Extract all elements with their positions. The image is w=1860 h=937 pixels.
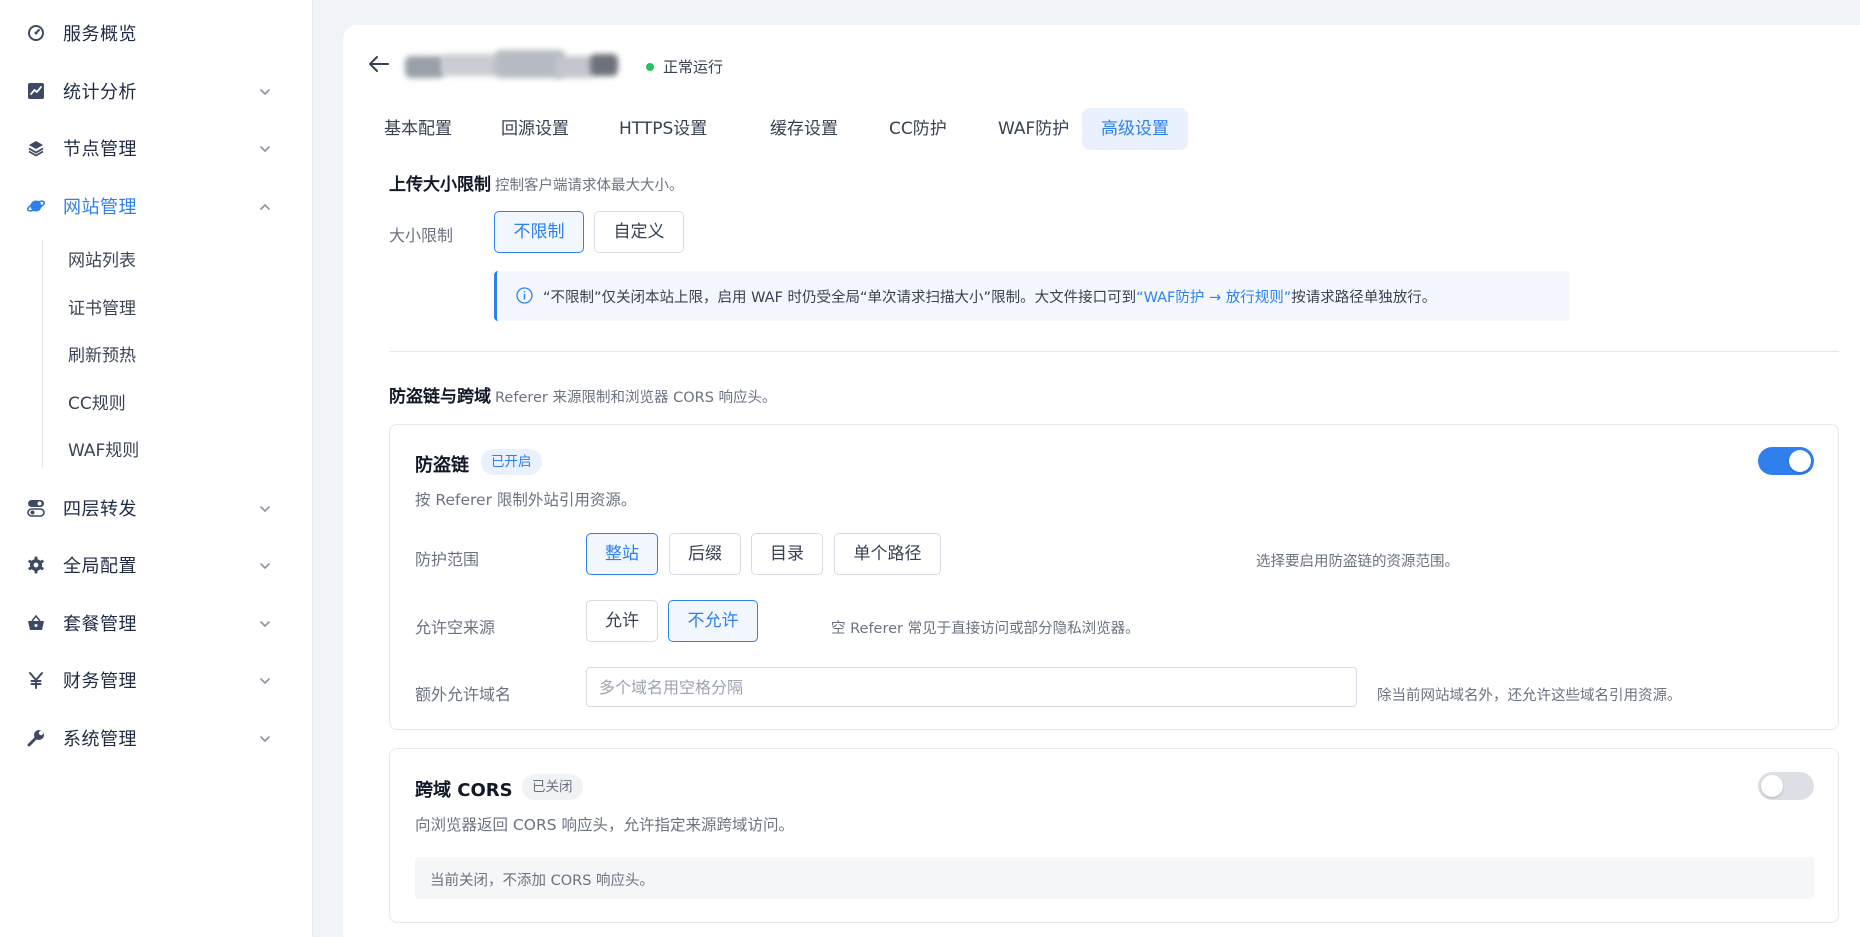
- hotlink-cors-heading: 防盗链与跨域 Referer 来源限制和浏览器 CORS 响应头。: [389, 382, 777, 407]
- layers-icon: [26, 138, 46, 158]
- size-limit-custom-button[interactable]: 自定义: [594, 211, 684, 253]
- tab-https-settings[interactable]: HTTPS设置: [603, 108, 723, 150]
- nav-label: 财务管理: [63, 671, 137, 692]
- cors-title: 跨域 CORS: [415, 780, 513, 801]
- extra-domains-input[interactable]: [586, 667, 1357, 707]
- dashboard-icon: [26, 23, 46, 43]
- scope-site-button[interactable]: 整站: [586, 533, 658, 575]
- sidebar-subitem-purge-preload[interactable]: 刷新预热: [68, 341, 136, 366]
- chevron-down-icon: [260, 678, 270, 685]
- gear-icon: [26, 555, 46, 575]
- sidebar-subitem-cc-rules[interactable]: CC规则: [68, 389, 126, 414]
- nav-item-l4-forwarding[interactable]: 四层转发: [0, 486, 313, 530]
- tab-advanced-settings[interactable]: 高级设置: [1082, 108, 1188, 150]
- toggle-icon: [26, 498, 46, 518]
- scope-suffix-button[interactable]: 后缀: [669, 533, 741, 575]
- nav-label: 统计分析: [63, 82, 137, 103]
- toggle-knob: [1789, 450, 1811, 472]
- hotlink-title: 防盗链: [415, 455, 469, 476]
- nav-label: 系统管理: [63, 729, 137, 750]
- planet-icon: [26, 196, 46, 216]
- section-divider: [389, 351, 1839, 352]
- cors-disabled-note: 当前关闭，不添加 CORS 响应头。: [415, 857, 1814, 899]
- upload-info-text: “不限制”仅关闭本站上限，启用 WAF 时仍受全局“单次请求扫描大小”限制。大文…: [543, 286, 1436, 307]
- nav-label: 服务概览: [63, 24, 137, 45]
- info-icon: [516, 287, 533, 304]
- tab-cc-protection[interactable]: CC防护: [873, 108, 963, 150]
- size-limit-unlimited-button[interactable]: 不限制: [494, 211, 584, 253]
- wrench-icon: [26, 728, 46, 748]
- hotlink-desc: 按 Referer 限制外站引用资源。: [415, 491, 637, 509]
- scope-hint: 选择要启用防盗链的资源范围。: [1256, 554, 1459, 570]
- submenu-line: [42, 240, 43, 468]
- chart-icon: [26, 81, 46, 101]
- nav-item-global-config[interactable]: 全局配置: [0, 543, 313, 587]
- hotlink-status-badge: 已开启: [481, 449, 542, 475]
- chevron-up-icon: [260, 203, 270, 210]
- yen-icon: [26, 670, 46, 690]
- nav-item-overview[interactable]: 服务概览: [0, 11, 313, 55]
- empty-referer-deny-button[interactable]: 不允许: [668, 600, 758, 642]
- extra-domains-hint: 除当前网站域名外，还允许这些域名引用资源。: [1377, 688, 1682, 704]
- info-text-prefix: “不限制”仅关闭本站上限，启用 WAF 时仍受全局“单次请求扫描大小”限制。大文…: [543, 290, 1137, 306]
- cors-status-badge: 已关闭: [522, 774, 583, 800]
- nav-item-packages[interactable]: 套餐管理: [0, 601, 313, 645]
- site-status: 正常运行: [663, 58, 724, 76]
- chevron-down-icon: [260, 506, 270, 513]
- chevron-down-icon: [260, 89, 270, 96]
- chevron-down-icon: [260, 146, 270, 153]
- nav-label: 全局配置: [63, 556, 137, 577]
- tab-basic-config[interactable]: 基本配置: [368, 108, 468, 150]
- upload-info-alert: “不限制”仅关闭本站上限，启用 WAF 时仍受全局“单次请求扫描大小”限制。大文…: [494, 271, 1570, 321]
- sidebar: 服务概览 统计分析 节点管理 网站管理 网站列表 证书管理 刷新预热 CC规则 …: [0, 0, 313, 937]
- nav-item-nodes[interactable]: 节点管理: [0, 126, 313, 170]
- tab-origin-settings[interactable]: 回源设置: [485, 108, 585, 150]
- cors-note-text: 当前关闭，不添加 CORS 响应头。: [430, 873, 655, 889]
- nav-label: 四层转发: [63, 499, 137, 520]
- nav-item-statistics[interactable]: 统计分析: [0, 69, 313, 113]
- sidebar-subitem-site-list[interactable]: 网站列表: [68, 246, 136, 271]
- hotlink-toggle[interactable]: [1758, 447, 1814, 475]
- site-domain-blurred: [405, 48, 620, 82]
- waf-allow-rules-link[interactable]: “WAF防护 → 放行规则”: [1136, 290, 1291, 306]
- info-text-suffix: 按请求路径单独放行。: [1291, 290, 1437, 306]
- nav-item-websites[interactable]: 网站管理: [0, 184, 313, 228]
- nav-item-finance[interactable]: 财务管理: [0, 658, 313, 702]
- sidebar-subitem-certificates[interactable]: 证书管理: [68, 294, 136, 319]
- hotlink-cors-title: 防盗链与跨域: [389, 387, 491, 407]
- basket-icon: [26, 613, 46, 633]
- empty-referer-allow-button[interactable]: 允许: [586, 600, 658, 642]
- back-arrow-icon[interactable]: [368, 53, 390, 75]
- nav-label: 套餐管理: [63, 614, 137, 635]
- chevron-down-icon: [260, 621, 270, 628]
- chevron-down-icon: [260, 563, 270, 570]
- extra-domains-label: 额外允许域名: [415, 685, 512, 704]
- cors-desc: 向浏览器返回 CORS 响应头，允许指定来源跨域访问。: [415, 816, 794, 834]
- upload-limit-title: 上传大小限制: [389, 175, 491, 195]
- cors-toggle[interactable]: [1758, 772, 1814, 800]
- scope-directory-button[interactable]: 目录: [751, 533, 823, 575]
- tab-waf-protection[interactable]: WAF防护: [982, 108, 1085, 150]
- scope-label: 防护范围: [415, 550, 480, 569]
- toggle-knob: [1761, 775, 1783, 797]
- nav-label: 网站管理: [63, 197, 137, 218]
- nav-item-system[interactable]: 系统管理: [0, 716, 313, 760]
- status-dot: [646, 63, 654, 71]
- tab-cache-settings[interactable]: 缓存设置: [754, 108, 854, 150]
- chevron-down-icon: [260, 736, 270, 743]
- empty-referer-hint: 空 Referer 常见于直接访问或部分隐私浏览器。: [831, 621, 1140, 637]
- sidebar-subitem-waf-rules[interactable]: WAF规则: [68, 436, 139, 461]
- upload-limit-desc: 控制客户端请求体最大大小。: [495, 178, 684, 194]
- empty-referer-label: 允许空来源: [415, 618, 496, 637]
- nav-label: 节点管理: [63, 139, 137, 160]
- upload-limit-heading: 上传大小限制 控制客户端请求体最大大小。: [389, 170, 684, 195]
- scope-single-path-button[interactable]: 单个路径: [834, 533, 941, 575]
- hotlink-cors-desc: Referer 来源限制和浏览器 CORS 响应头。: [495, 390, 777, 406]
- size-limit-label: 大小限制: [389, 226, 454, 245]
